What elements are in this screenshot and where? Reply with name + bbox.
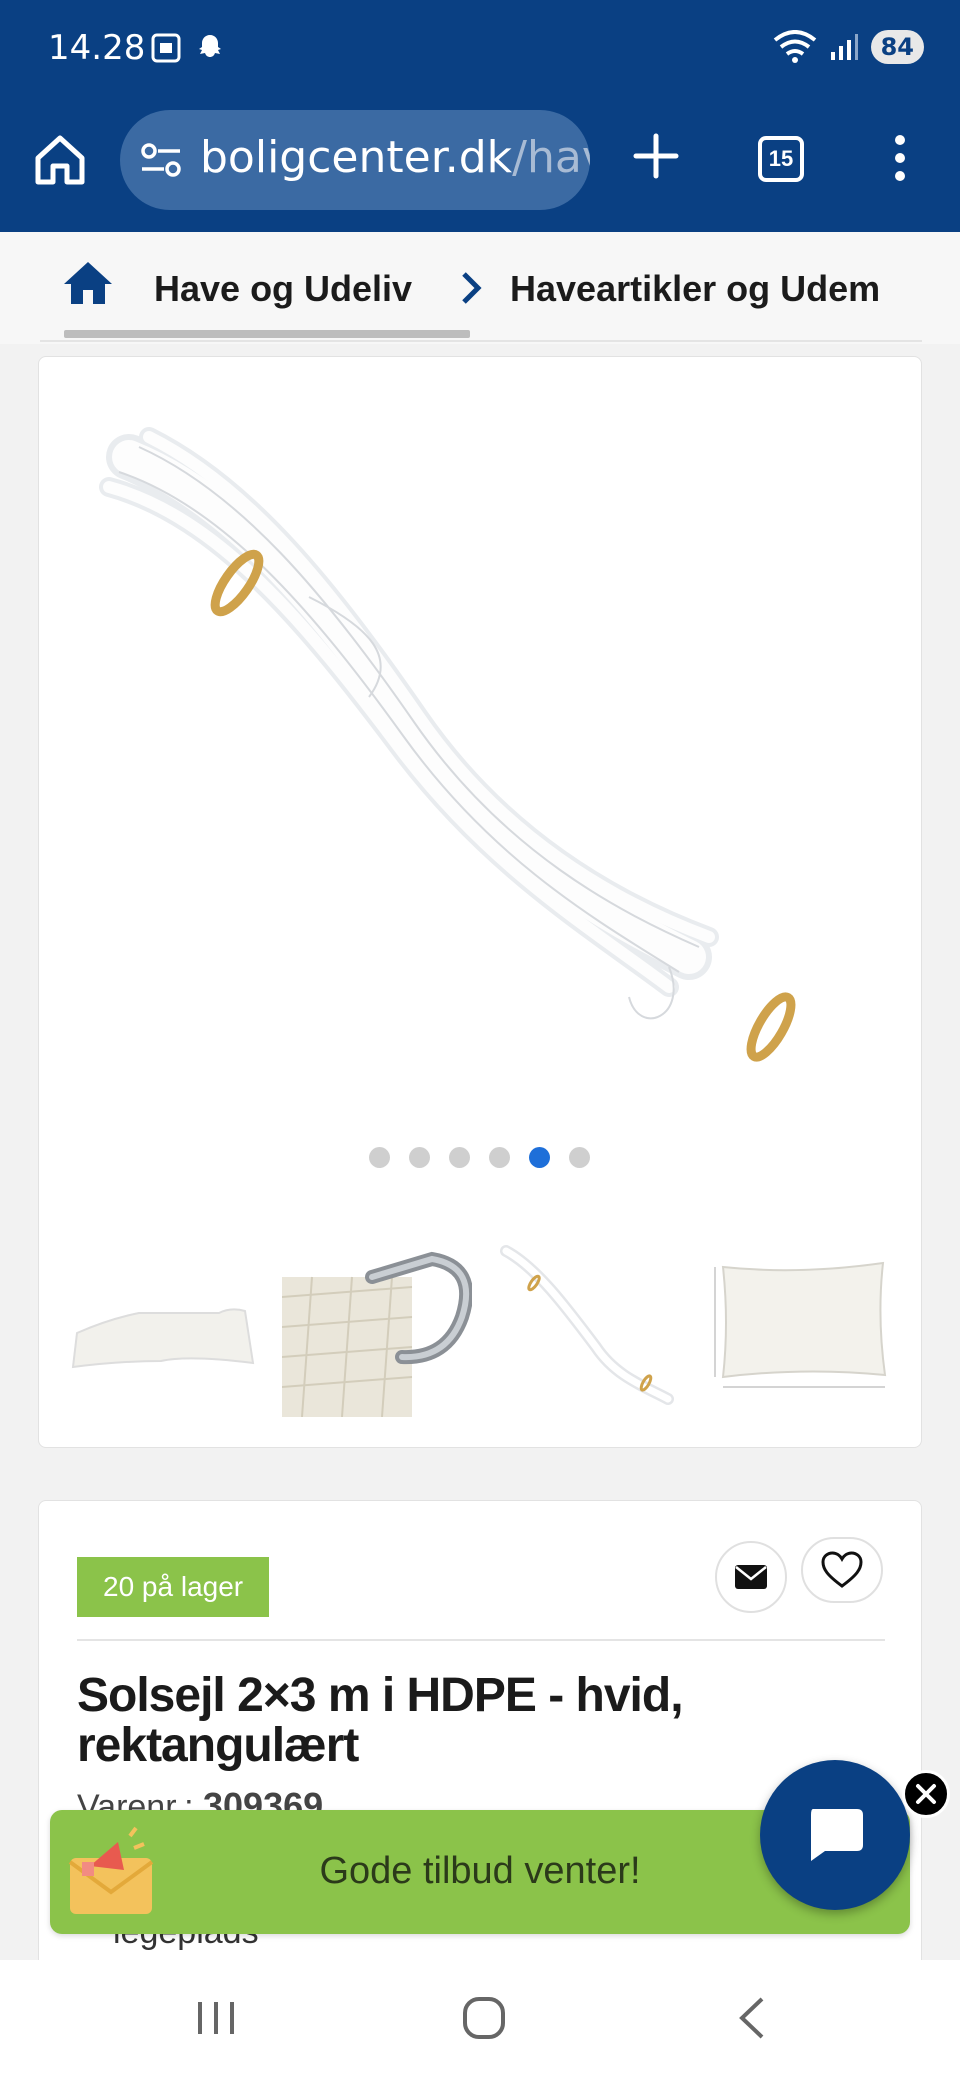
snapchat-icon xyxy=(199,35,221,57)
back-nav-icon[interactable] xyxy=(736,1996,766,2040)
breadcrumb-haveartikler[interactable]: Haveartikler og Udem xyxy=(510,268,950,310)
breadcrumb-scroll-indicator xyxy=(64,330,470,338)
carousel-dot[interactable] xyxy=(449,1147,470,1168)
carousel-dot-active[interactable] xyxy=(529,1147,550,1168)
carousel-dot[interactable] xyxy=(489,1147,510,1168)
thumbnail-d-ring[interactable] xyxy=(282,1237,473,1417)
system-navigation-bar xyxy=(0,1960,960,2080)
favorite-button[interactable] xyxy=(801,1537,883,1603)
breadcrumb-divider xyxy=(40,340,922,342)
tab-switcher-button[interactable]: 15 xyxy=(758,136,804,182)
thumbnail-sail-shape[interactable] xyxy=(69,1237,259,1417)
home-nav-icon[interactable] xyxy=(462,1996,506,2040)
chevron-right-icon xyxy=(462,272,482,304)
heart-icon xyxy=(821,1551,863,1588)
chat-button[interactable] xyxy=(760,1760,910,1910)
breadcrumb: Have og Udeliv Haveartikler og Udem xyxy=(0,232,960,344)
product-title: Solsejl 2×3 m i HDPE - hvid, rektangulær… xyxy=(77,1669,684,1772)
url-bar[interactable]: boligcenter.dk/hav xyxy=(120,110,590,210)
thumbnail-rope[interactable] xyxy=(496,1237,686,1417)
share-email-button[interactable] xyxy=(715,1541,787,1613)
carousel-dot[interactable] xyxy=(369,1147,390,1168)
browser-home-icon[interactable] xyxy=(30,130,90,190)
product-divider xyxy=(77,1639,885,1641)
battery-indicator: 84 xyxy=(870,30,924,64)
thumbnail-strip xyxy=(69,1237,899,1417)
carousel-dots xyxy=(369,1147,590,1168)
status-bar: 14.28 84 xyxy=(0,0,960,100)
status-notification-icons xyxy=(150,32,226,64)
close-icon xyxy=(916,1784,936,1804)
browser-toolbar: boligcenter.dk/hav 15 xyxy=(0,100,960,232)
more-menu-icon[interactable] xyxy=(880,130,920,186)
status-time: 14.28 xyxy=(48,28,146,68)
breadcrumb-have-og-udeliv[interactable]: Have og Udeliv xyxy=(154,268,412,310)
url-host: boligcenter.dk xyxy=(200,132,513,183)
signal-icon xyxy=(830,34,858,60)
recent-apps-icon[interactable] xyxy=(196,1998,236,2038)
breadcrumb-home-icon[interactable] xyxy=(62,260,114,306)
stock-badge: 20 på lager xyxy=(77,1557,270,1617)
url-path: /hav xyxy=(512,132,590,183)
new-tab-icon[interactable] xyxy=(628,128,684,184)
envelope-icon xyxy=(735,1565,767,1589)
site-settings-icon[interactable] xyxy=(140,142,182,178)
url-text: boligcenter.dk/hav xyxy=(200,132,590,183)
product-main-image[interactable] xyxy=(69,397,899,1217)
product-gallery xyxy=(38,356,922,1448)
wifi-icon xyxy=(773,30,816,63)
chat-bubble-icon xyxy=(811,1809,863,1861)
carousel-dot[interactable] xyxy=(569,1147,590,1168)
chat-close-button[interactable] xyxy=(902,1770,950,1818)
thumbnail-dimension-drawing[interactable] xyxy=(709,1237,899,1417)
carousel-dot[interactable] xyxy=(409,1147,430,1168)
screenshot-icon xyxy=(151,33,181,63)
